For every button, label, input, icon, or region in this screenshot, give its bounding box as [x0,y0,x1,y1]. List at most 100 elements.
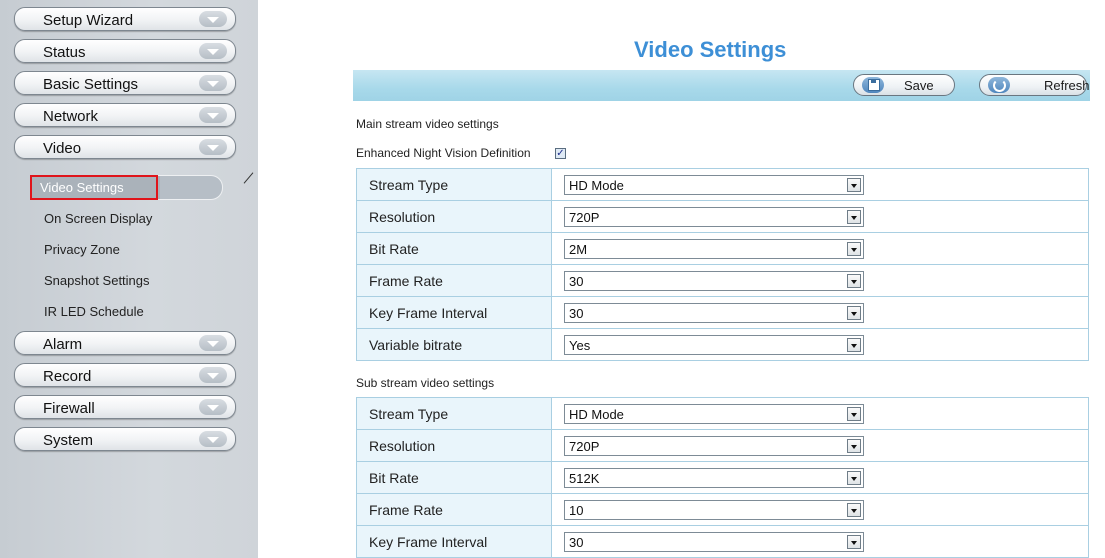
chevron-down-icon [199,11,227,27]
pointer-line [243,172,254,184]
select-value: 30 [569,305,584,321]
highlight-box [30,175,158,200]
sidebar: Setup Wizard Status Basic Settings Netwo… [0,0,258,558]
menu-label: Alarm [43,336,83,353]
setting-key: Variable bitrate [356,328,552,361]
table-row: Resolution 720P [356,200,1089,233]
setting-key: Key Frame Interval [356,296,552,329]
frame-rate-select[interactable]: 30 [564,270,864,291]
table-row: Bit Rate 2M [356,232,1089,265]
menu-label: Network [43,108,99,125]
resolution-select[interactable]: 720P [564,206,864,227]
setting-key: Stream Type [356,397,552,430]
dropdown-arrow-icon [847,241,861,256]
dropdown-arrow-icon [847,502,861,517]
select-value: Yes [569,337,591,353]
submenu-privacy-zone[interactable]: Privacy Zone [44,242,120,257]
menu-video[interactable]: Video [14,135,236,159]
select-value: 10 [569,502,584,518]
table-row: Stream Type HD Mode [356,397,1089,430]
dropdown-arrow-icon [847,305,861,320]
setting-key: Bit Rate [356,461,552,494]
table-row: Frame Rate 30 [356,264,1089,297]
setting-key: Frame Rate [356,493,552,526]
menu-label: Firewall [43,400,95,417]
select-value: 30 [569,273,584,289]
table-row: Key Frame Interval 30 [356,525,1089,558]
menu-system[interactable]: System [14,427,236,451]
menu-label: Basic Settings [43,76,139,93]
menu-setup-wizard[interactable]: Setup Wizard [14,7,236,31]
menu-alarm[interactable]: Alarm [14,331,236,355]
dropdown-arrow-icon [847,534,861,549]
menu-basic-settings[interactable]: Basic Settings [14,71,236,95]
submenu-ir-led-schedule[interactable]: IR LED Schedule [44,304,144,319]
chevron-down-icon [199,335,227,351]
dropdown-arrow-icon [847,273,861,288]
refresh-button[interactable]: Refresh [979,74,1090,96]
table-row: Stream Type HD Mode [356,168,1089,201]
refresh-label: Refresh [1044,78,1090,93]
chevron-down-icon [199,431,227,447]
menu-label: System [43,432,94,449]
setting-key: Resolution [356,429,552,462]
dropdown-arrow-icon [847,337,861,352]
menu-network[interactable]: Network [14,103,236,127]
dropdown-arrow-icon [847,470,861,485]
sub-frame-rate-select[interactable]: 10 [564,499,864,520]
select-value: HD Mode [569,406,624,422]
menu-label: Record [43,368,92,385]
night-vision-label: Enhanced Night Vision Definition [356,146,531,160]
submenu-on-screen-display[interactable]: On Screen Display [44,211,152,226]
table-row: Variable bitrate Yes [356,328,1089,361]
sub-bit-rate-select[interactable]: 512K [564,467,864,488]
table-row: Resolution 720P [356,429,1089,462]
chevron-down-icon [199,75,227,91]
sub-stream-type-select[interactable]: HD Mode [564,403,864,424]
table-row: Bit Rate 512K [356,461,1089,494]
menu-status[interactable]: Status [14,39,236,63]
select-value: 720P [569,438,600,454]
setting-key: Frame Rate [356,264,552,297]
menu-firewall[interactable]: Firewall [14,395,236,419]
chevron-down-icon [199,107,227,123]
chevron-down-icon [199,399,227,415]
table-row: Frame Rate 10 [356,493,1089,526]
save-button[interactable]: Save [853,74,955,96]
sub-stream-label: Sub stream video settings [356,376,495,390]
menu-label: Setup Wizard [43,12,134,29]
night-vision-checkbox[interactable]: ✓ [555,148,566,159]
toolbar: Save Refresh [353,70,1090,101]
setting-key: Bit Rate [356,232,552,265]
dropdown-arrow-icon [847,406,861,421]
key-frame-interval-select[interactable]: 30 [564,302,864,323]
dropdown-arrow-icon [847,209,861,224]
menu-record[interactable]: Record [14,363,236,387]
setting-key: Stream Type [356,168,552,201]
submenu-snapshot-settings[interactable]: Snapshot Settings [44,273,150,288]
page-title: Video Settings [634,37,787,62]
select-value: HD Mode [569,177,624,193]
variable-bitrate-select[interactable]: Yes [564,334,864,355]
dropdown-arrow-icon [847,438,861,453]
sub-resolution-select[interactable]: 720P [564,435,864,456]
bit-rate-select[interactable]: 2M [564,238,864,259]
table-row: Key Frame Interval 30 [356,296,1089,329]
main-stream-table: Stream Type HD Mode Resolution 720P Bit … [356,168,1089,361]
menu-label: Status [43,44,86,61]
save-label: Save [904,78,934,93]
chevron-down-icon [199,367,227,383]
chevron-down-icon [199,43,227,59]
floppy-disk-icon [862,77,884,93]
sub-key-frame-interval-select[interactable]: 30 [564,531,864,552]
refresh-icon [988,77,1010,93]
select-value: 30 [569,534,584,550]
select-value: 720P [569,209,600,225]
dropdown-arrow-icon [847,177,861,192]
sub-stream-table: Stream Type HD Mode Resolution 720P Bit … [356,397,1089,558]
select-value: 512K [569,470,600,486]
stream-type-select[interactable]: HD Mode [564,174,864,195]
menu-label: Video [43,140,82,157]
main-stream-label: Main stream video settings [356,117,499,131]
chevron-down-icon [199,139,227,155]
